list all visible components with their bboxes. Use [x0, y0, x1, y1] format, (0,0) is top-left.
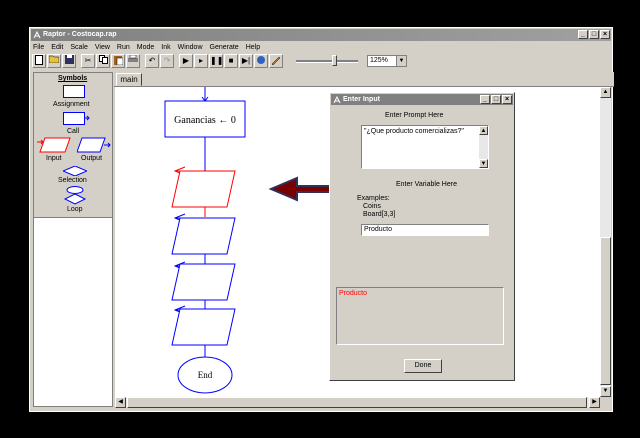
enter-input-dialog: Enter Input _ □ × Enter Prompt Here "¿Qu… — [329, 92, 515, 381]
symbols-palette: Symbols Assignment Call Input Output Sel… — [33, 72, 113, 407]
zoom-select[interactable]: 125% ▼ — [367, 55, 407, 67]
prompt-label: Enter Prompt Here — [385, 112, 444, 119]
variable-value: Producto — [364, 226, 393, 233]
input-box-3[interactable] — [171, 263, 236, 301]
input-label: Input — [46, 155, 62, 162]
menu-generate[interactable]: Generate — [210, 42, 239, 53]
loop-label: Loop — [67, 206, 83, 213]
example-board: Board[3,3] — [363, 211, 396, 218]
tab-bar: main — [114, 72, 614, 87]
scroll-down-icon[interactable]: ▼ — [479, 159, 488, 168]
dialog-maximize-button[interactable]: □ — [491, 95, 501, 104]
assignment-label: Assignment — [53, 101, 90, 108]
raptor-app-icon — [333, 96, 341, 104]
scroll-right-icon[interactable]: ▶ — [589, 397, 600, 408]
menu-window[interactable]: Window — [178, 42, 203, 53]
stop-icon[interactable]: ■ — [224, 54, 238, 68]
title-bar: Raptor - Costocap.rap _ □ × — [31, 29, 611, 41]
scroll-left-icon[interactable]: ◀ — [115, 397, 126, 408]
input-box-4[interactable] — [171, 308, 236, 346]
output-console-box: Producto — [336, 287, 504, 345]
output-text: Producto — [339, 290, 368, 297]
call-label: Call — [67, 128, 80, 135]
open-folder-icon[interactable] — [47, 54, 61, 68]
prompt-textarea[interactable]: "¿Que producto comercializas?" ▲ ▼ — [361, 125, 489, 169]
maximize-button[interactable]: □ — [589, 30, 599, 39]
raptor-app-icon — [33, 31, 41, 39]
cut-icon[interactable]: ✂ — [81, 54, 95, 68]
scroll-up-icon[interactable]: ▲ — [600, 87, 611, 98]
run-icon[interactable]: ▶ — [179, 54, 193, 68]
example-coins: Coins — [363, 203, 381, 210]
scroll-down-icon[interactable]: ▼ — [600, 386, 611, 397]
red-pointer-arrow — [268, 176, 335, 202]
call-symbol[interactable] — [63, 112, 91, 126]
tab-main[interactable]: main — [116, 73, 142, 86]
scroll-up-icon[interactable]: ▲ — [479, 126, 488, 135]
dialog-minimize-button[interactable]: _ — [480, 95, 490, 104]
minimize-button[interactable]: _ — [578, 30, 588, 39]
end-text: End — [198, 370, 213, 380]
new-file-icon[interactable] — [32, 54, 46, 68]
output-label: Output — [81, 155, 103, 162]
zoom-slider-thumb[interactable] — [332, 55, 337, 66]
examples-label: Examples: — [357, 195, 390, 202]
pen-icon[interactable] — [269, 54, 283, 68]
menu-scale[interactable]: Scale — [70, 42, 88, 53]
prompt-scrollbar[interactable]: ▲ ▼ — [479, 126, 488, 168]
output-symbol[interactable] — [77, 137, 111, 153]
horizontal-scrollbar[interactable]: ◀ ▶ — [115, 397, 600, 408]
menu-edit[interactable]: Edit — [51, 42, 63, 53]
paste-icon[interactable] — [111, 54, 125, 68]
save-icon[interactable] — [62, 54, 76, 68]
copy-icon[interactable] — [96, 54, 110, 68]
menu-run[interactable]: Run — [117, 42, 130, 53]
menu-file[interactable]: File — [33, 42, 44, 53]
palette-symbols-area: Symbols Assignment Call Input Output Sel… — [34, 73, 112, 218]
undo-icon[interactable]: ↶ — [145, 54, 159, 68]
breakpoint-icon[interactable] — [254, 54, 268, 68]
loop-symbol[interactable] — [63, 186, 87, 206]
print-icon[interactable] — [126, 54, 140, 68]
prompt-text: "¿Que producto comercializas?" — [364, 128, 464, 135]
zoom-slider-track[interactable] — [296, 60, 358, 63]
menu-ink[interactable]: Ink — [161, 42, 170, 53]
menu-mode[interactable]: Mode — [137, 42, 155, 53]
assignment-symbol[interactable] — [63, 85, 85, 98]
chevron-down-icon[interactable]: ▼ — [396, 56, 406, 66]
dialog-title: Enter Input — [343, 96, 380, 103]
palette-heading: Symbols — [58, 75, 88, 82]
step-to-end-icon[interactable]: ▶| — [239, 54, 253, 68]
window-title: Raptor - Costocap.rap — [43, 31, 117, 38]
menu-view[interactable]: View — [95, 42, 110, 53]
redo-icon[interactable]: ↷ — [160, 54, 174, 68]
pause-icon[interactable]: ❚❚ — [209, 54, 223, 68]
assignment-text: Ganancias ← 0 — [174, 115, 236, 126]
selection-label: Selection — [58, 177, 87, 184]
close-button[interactable]: × — [600, 30, 610, 39]
input-symbol[interactable] — [37, 137, 71, 153]
horizontal-scroll-thumb[interactable] — [127, 397, 587, 408]
menu-help[interactable]: Help — [246, 42, 260, 53]
vertical-scroll-thumb[interactable] — [600, 237, 611, 385]
dialog-title-bar: Enter Input _ □ × — [331, 94, 513, 105]
menu-bar: File Edit Scale View Run Mode Ink Window… — [33, 42, 260, 53]
toolbar: ✂ ↶ ↷ ▶ ▸ ❚❚ ■ ▶| 125% ▼ — [32, 54, 610, 69]
step-icon[interactable]: ▸ — [194, 54, 208, 68]
variable-input[interactable]: Producto — [361, 224, 489, 236]
variable-label: Enter Variable Here — [396, 181, 457, 188]
input-box-selected[interactable] — [171, 170, 236, 208]
done-button[interactable]: Done — [404, 359, 442, 373]
input-box-2[interactable] — [171, 217, 236, 255]
vertical-scrollbar[interactable]: ▲ ▼ — [600, 87, 611, 397]
raptor-window: Raptor - Costocap.rap _ □ × File Edit Sc… — [29, 27, 614, 412]
selection-symbol[interactable] — [63, 166, 87, 176]
dialog-close-button[interactable]: × — [502, 95, 512, 104]
zoom-value: 125% — [370, 57, 388, 64]
